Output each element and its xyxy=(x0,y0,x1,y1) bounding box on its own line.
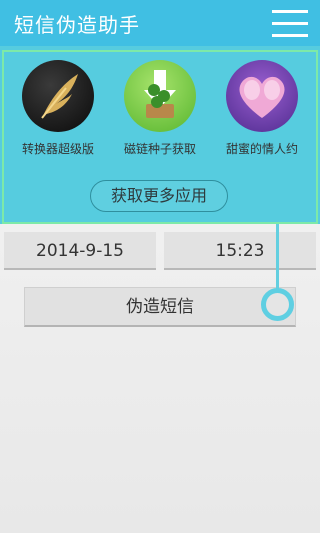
app-title: 短信伪造助手 xyxy=(14,13,140,37)
heart-icon xyxy=(226,60,298,132)
download-arrow-icon xyxy=(124,60,196,132)
action-bar: 短信伪造助手 xyxy=(0,0,320,46)
recommended-app-3[interactable]: 甜蜜的情人约 xyxy=(213,60,311,160)
menu-button[interactable] xyxy=(268,6,312,40)
touch-indicator-line xyxy=(276,224,279,290)
app-recommendation-panel: 转换器超级版 磁链种子获取 甜蜜的情人约 获取更多应用 xyxy=(0,46,320,224)
recommended-app-1[interactable]: 转换器超级版 xyxy=(9,60,107,160)
app-label: 转换器超级版 xyxy=(21,142,94,156)
get-more-apps-button[interactable]: 获取更多应用 xyxy=(90,180,228,212)
app-screen: 短信伪造助手 转换器超级版 磁链种子获取 甜蜜的情人约 获取更多应用 2014-… xyxy=(0,0,320,533)
date-picker-field[interactable]: 2014-9-15 xyxy=(4,232,156,270)
app-label: 甜蜜的情人约 xyxy=(225,142,298,156)
feather-quill-icon xyxy=(22,60,94,132)
time-picker-field[interactable]: 15:23 xyxy=(164,232,316,270)
touch-indicator-ring xyxy=(261,288,294,321)
app-label: 磁链种子获取 xyxy=(123,142,196,156)
recommended-app-2[interactable]: 磁链种子获取 xyxy=(111,60,209,160)
forge-sms-button[interactable]: 伪造短信 xyxy=(24,287,296,327)
